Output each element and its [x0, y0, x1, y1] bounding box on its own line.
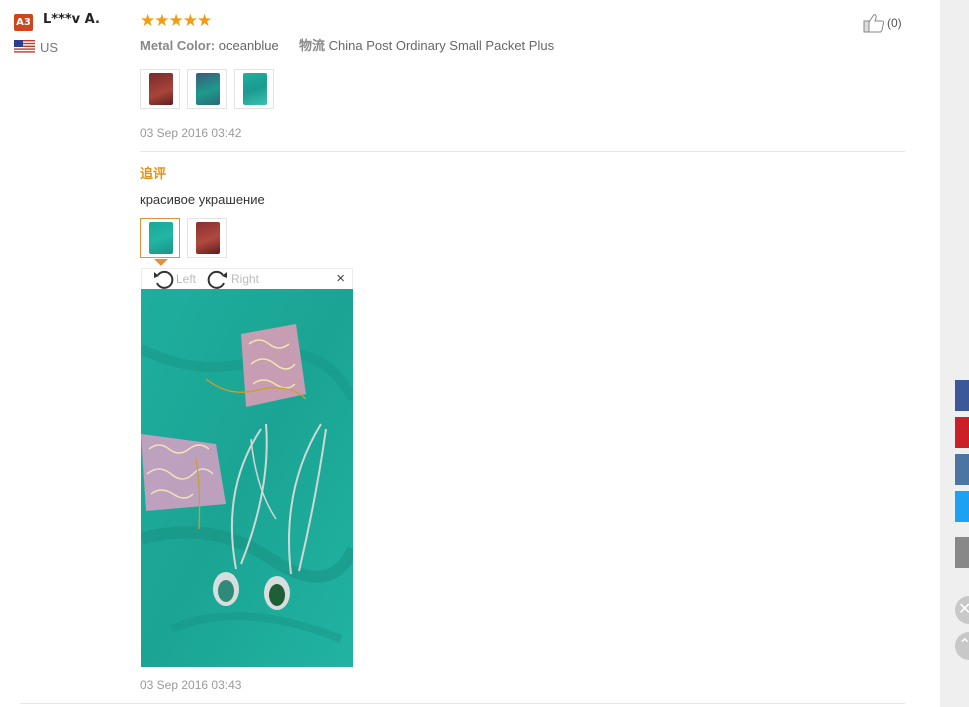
additional-feedback-label: 追评 — [140, 166, 167, 181]
divider — [140, 151, 905, 152]
additional-feedback-date: 03 Sep 2016 03:43 — [140, 678, 242, 692]
review-photo-thumb[interactable] — [234, 69, 274, 109]
rotate-left-icon — [154, 270, 174, 289]
additional-photo-thumb[interactable] — [187, 218, 227, 258]
star-rating: ★★★★★ — [140, 11, 212, 30]
additional-feedback-text: красивое украшение — [140, 192, 265, 207]
pinterest-share-button[interactable] — [955, 417, 969, 448]
shipping-value: China Post Ordinary Small Packet Plus — [328, 38, 555, 53]
enlarged-review-photo[interactable] — [141, 289, 353, 667]
attr-value: oceanblue — [218, 38, 279, 53]
divider — [20, 703, 905, 704]
more-share-button[interactable] — [955, 537, 969, 568]
additional-photo-thumb-active[interactable] — [140, 218, 180, 258]
rotate-right-icon — [207, 270, 227, 289]
attr-label: Metal Color: — [140, 38, 216, 53]
thumb-pointer — [154, 259, 168, 266]
helpful-button[interactable]: (0) — [863, 13, 902, 33]
rotate-right-button[interactable]: Right — [207, 269, 259, 289]
helpful-count: (0) — [887, 16, 902, 30]
vk-share-button[interactable] — [955, 454, 969, 485]
review-photo-thumb[interactable] — [140, 69, 180, 109]
rotate-left-label: Left — [176, 272, 197, 286]
shipping-label: 物流 — [299, 38, 326, 53]
reviewer-level-badge: A3 — [14, 14, 33, 31]
review-photo-thumb[interactable] — [187, 69, 227, 109]
image-viewer-toolbar: Left Right × — [141, 268, 353, 289]
close-icon[interactable]: × — [336, 271, 345, 287]
rotate-right-label: Right — [231, 272, 260, 286]
review-date: 03 Sep 2016 03:42 — [140, 126, 242, 140]
thumbs-up-icon — [863, 14, 885, 33]
us-flag-icon — [14, 40, 35, 53]
reviewer-name: L***v A. — [43, 12, 100, 27]
rotate-left-button[interactable]: Left — [152, 269, 196, 289]
facebook-share-button[interactable] — [955, 380, 969, 411]
review-attributes: Metal Color: oceanblue 物流 China Post Ord… — [140, 35, 554, 54]
twitter-share-button[interactable] — [955, 491, 969, 522]
reviewer-country: US — [40, 40, 59, 55]
